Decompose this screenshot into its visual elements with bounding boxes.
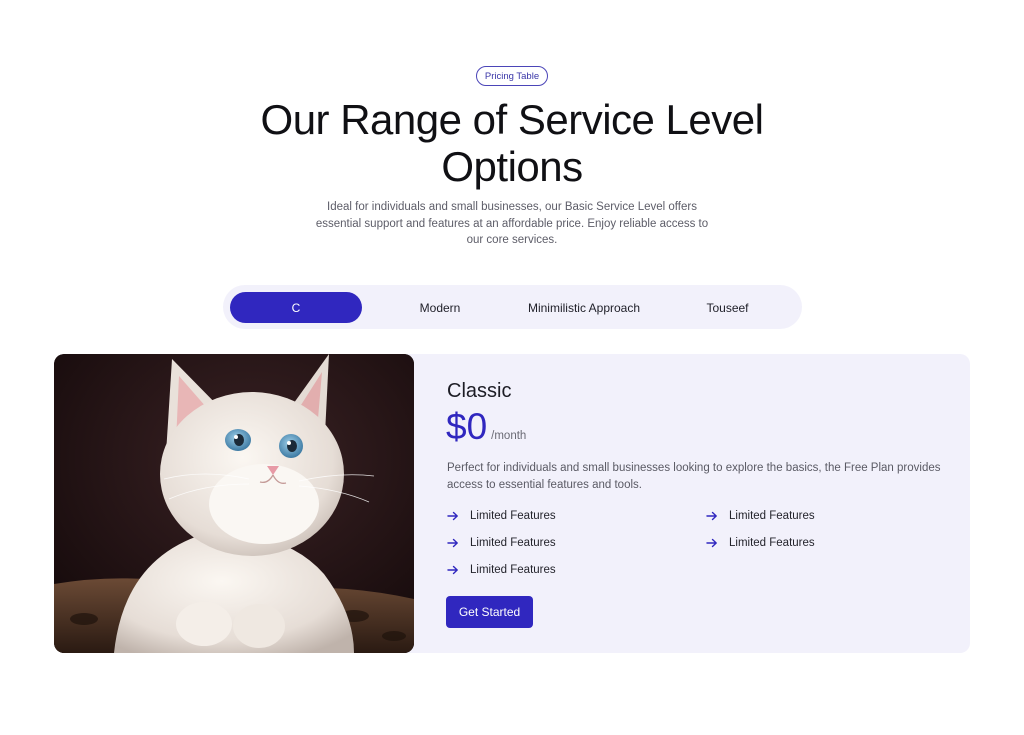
feature-item: Limited Features — [447, 564, 556, 576]
feature-item: Limited Features — [706, 510, 815, 522]
feature-item: Limited Features — [447, 537, 556, 549]
kitten-image — [54, 354, 414, 653]
plan-tabs: C Modern Minimilistic Approach Touseef — [223, 285, 802, 329]
arrow-right-icon — [447, 565, 458, 575]
arrow-right-icon — [447, 511, 458, 521]
tab-touseef[interactable]: Touseef — [673, 292, 782, 323]
feature-label: Limited Features — [729, 510, 815, 522]
feature-label: Limited Features — [729, 537, 815, 549]
tab-minimilistic-approach[interactable]: Minimilistic Approach — [513, 292, 655, 323]
arrow-right-icon — [706, 511, 717, 521]
page-subtitle: Ideal for individuals and small business… — [315, 201, 709, 246]
page-title-line-2: Options — [441, 143, 583, 190]
arrow-right-icon — [706, 538, 717, 548]
arrow-right-icon — [447, 538, 458, 548]
feature-label: Limited Features — [470, 564, 556, 576]
pricing-badge: Pricing Table — [476, 66, 548, 86]
plan-name: Classic — [447, 380, 512, 402]
tab-c[interactable]: C — [230, 292, 362, 323]
get-started-button[interactable]: Get Started — [446, 596, 533, 628]
plan-image — [54, 354, 414, 653]
feature-label: Limited Features — [470, 510, 556, 522]
plan-description: Perfect for individuals and small busine… — [447, 462, 941, 491]
pricing-card: Classic $0 /month Perfect for individual… — [54, 354, 970, 653]
tab-modern[interactable]: Modern — [383, 292, 497, 323]
page-title: Our Range of Service Level Options — [0, 96, 1024, 190]
feature-item: Limited Features — [706, 537, 815, 549]
feature-label: Limited Features — [470, 537, 556, 549]
page-title-line-1: Our Range of Service Level — [260, 96, 764, 143]
price-period: /month — [491, 430, 527, 442]
price-amount: $0 — [446, 406, 488, 447]
feature-item: Limited Features — [447, 510, 556, 522]
plan-price: $0 /month — [446, 406, 526, 448]
